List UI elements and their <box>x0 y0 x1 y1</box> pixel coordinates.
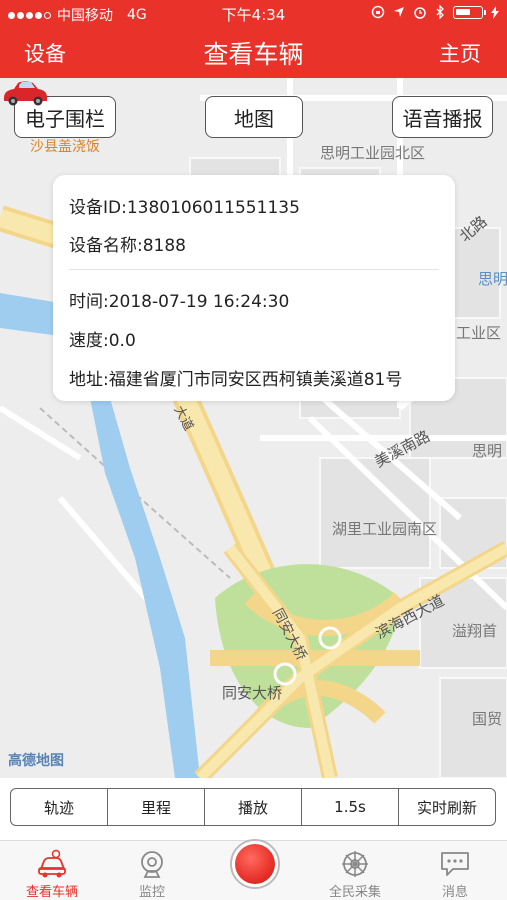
vehicle-info-card: 设备ID:1380106011551135 设备名称:8188 时间:2018-… <box>53 175 455 401</box>
poi-yixiang: 溢翔首 <box>452 622 498 640</box>
tab-view-vehicle[interactable]: 查看车辆 <box>2 841 102 900</box>
home-nav-button[interactable]: 主页 <box>439 38 481 68</box>
track-button[interactable]: 轨迹 <box>11 789 108 825</box>
voice-broadcast-button[interactable]: 语音播报 <box>392 96 493 138</box>
poi-siming-right-2: 思明 <box>472 442 503 460</box>
battery-icon <box>453 5 486 19</box>
alarm-icon <box>414 7 426 19</box>
camera-tab-icon <box>141 851 163 878</box>
amap-logo: 高德地图 <box>8 753 64 769</box>
poi-siming-right: 思明 <box>478 270 507 288</box>
charging-bolt-icon <box>491 5 499 19</box>
nav-bar: 设备 查看车辆 主页 <box>0 28 507 78</box>
tab-label-messages: 消息 <box>441 885 468 900</box>
header: 中国移动 4G 下午4:34 设备 查看车辆 主页 <box>0 0 507 78</box>
tab-label-monitor: 监控 <box>138 885 165 900</box>
page-title: 查看车辆 <box>203 40 304 69</box>
playback-controls: 轨迹 里程 播放 1.5s 实时刷新 <box>10 788 496 826</box>
road-label-tongan-bridge: 同安大桥 <box>222 684 283 702</box>
poi-park-north: 思明工业园北区 <box>320 144 426 162</box>
mileage-button[interactable]: 里程 <box>108 789 205 825</box>
device-name: 设备名称:8188 <box>69 236 186 256</box>
location-arrow-icon <box>394 7 404 17</box>
vehicle-address: 地址:福建省厦门市同安区西柯镇美溪道81号 <box>69 370 403 390</box>
device-id: 设备ID:1380106011551135 <box>69 198 300 218</box>
center-record-button[interactable] <box>230 839 280 889</box>
poi-industrial-partial: 工业区 <box>456 324 502 342</box>
lock-rotation-icon <box>371 5 385 19</box>
play-button[interactable]: 播放 <box>205 789 302 825</box>
tab-monitor[interactable]: 监控 <box>102 841 202 900</box>
info-divider <box>69 269 439 270</box>
map-view[interactable]: 电子围栏 地图 语音播报 沙县盖浇饭 思明工业园北区 北路 思明 工业区 美溪南… <box>0 78 507 778</box>
tab-messages[interactable]: 消息 <box>405 841 505 900</box>
tab-bar: 查看车辆 监控 全民采集 消息 <box>0 839 507 900</box>
car-tab-icon <box>38 849 66 878</box>
car-marker-icon[interactable] <box>0 78 50 108</box>
bluetooth-icon <box>436 5 444 19</box>
helm-wheel-tab-icon <box>342 851 368 877</box>
interval-button[interactable]: 1.5s <box>302 789 399 825</box>
realtime-refresh-button[interactable]: 实时刷新 <box>399 789 495 825</box>
poi-restaurant: 沙县盖浇饭 <box>30 139 100 155</box>
tab-label-view-vehicle: 查看车辆 <box>25 885 78 900</box>
poi-guomao: 国贸 <box>472 710 503 728</box>
status-bar: 中国移动 4G 下午4:34 <box>0 0 507 28</box>
poi-huli-south: 湖里工业园南区 <box>332 520 438 538</box>
message-bubble-tab-icon <box>441 852 469 876</box>
vehicle-speed: 速度:0.0 <box>69 331 136 351</box>
location-time: 时间:2018-07-19 16:24:30 <box>69 292 290 312</box>
map-type-button[interactable]: 地图 <box>205 96 303 138</box>
tab-crowd-collect[interactable]: 全民采集 <box>305 841 405 900</box>
tab-label-crowd-collect: 全民采集 <box>328 885 381 900</box>
